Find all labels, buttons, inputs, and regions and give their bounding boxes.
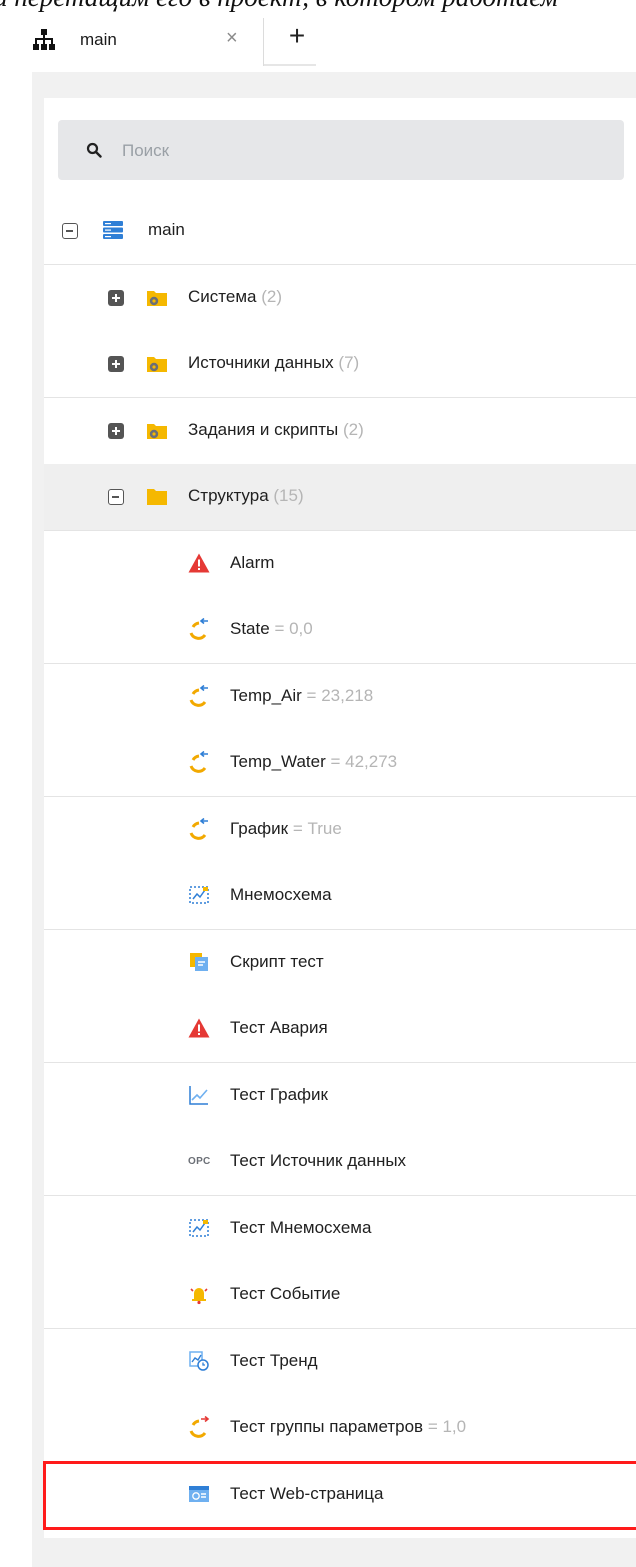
tree-item[interactable]: Alarm: [44, 530, 636, 598]
project-tree-panel: main Система (2) Источники данных (7) Задан…: [43, 98, 636, 1538]
tree-item-value: = 0,0: [274, 619, 313, 638]
tree-item-value: = 23,218: [306, 685, 374, 705]
tree-item[interactable]: OPC Тест Источник данных: [44, 1129, 636, 1196]
parameter-icon: [189, 751, 208, 773]
tab-bar: main × +: [0, 0, 636, 72]
tree-folder-label: Задания и скрипты (2): [188, 419, 364, 439]
tree-folder[interactable]: Задания и скрипты (2): [44, 397, 636, 465]
tree-item[interactable]: Тест Тренд: [44, 1328, 636, 1396]
tree-folder-count: (7): [338, 353, 360, 372]
tree-folder[interactable]: Структура (15): [44, 464, 636, 531]
tree-item-label: График = True: [230, 818, 342, 838]
tree-item[interactable]: Мнемосхема: [44, 863, 636, 930]
search-icon: [86, 142, 102, 158]
tree-item[interactable]: Temp_Water = 42,273: [44, 730, 636, 797]
tree-item[interactable]: Тест Web-страница: [43, 1460, 636, 1530]
tree-item[interactable]: Temp_Air = 23,218: [44, 663, 636, 731]
system-folder-icon: [147, 357, 167, 372]
system-folder-icon: [147, 423, 167, 439]
server-icon: [103, 221, 123, 239]
parameter-icon: [189, 817, 208, 840]
tree-item-label: Тест Источник данных: [230, 1151, 407, 1170]
tree-item[interactable]: Тест График: [44, 1062, 636, 1130]
tree-item-label: Тест группы параметров = 1,0: [230, 1417, 467, 1436]
expand-toggle-icon[interactable]: [108, 289, 124, 306]
tree-item[interactable]: Тест Событие: [44, 1262, 636, 1329]
expand-toggle-icon[interactable]: [108, 356, 124, 372]
search-input[interactable]: [120, 136, 604, 166]
tree-item-label: Temp_Water = 42,273: [230, 752, 398, 771]
tree-item-value: = 42,273: [330, 752, 398, 771]
mnemoscheme-icon: [189, 886, 209, 904]
tab-close-button[interactable]: ×: [226, 27, 238, 50]
add-tab-button[interactable]: +: [282, 18, 312, 58]
parameter-icon: [189, 684, 208, 707]
tree-item-label: State = 0,0: [230, 619, 313, 638]
tree-folder-label: Система (2): [188, 286, 282, 306]
tree-item-label: Скрипт тест: [230, 951, 324, 971]
tree-item-label: Тест Мнемосхема: [230, 1217, 372, 1237]
tree-folder[interactable]: Система (2): [44, 264, 636, 332]
tree-item-label: Тест Web-страница: [230, 1483, 384, 1503]
collapse-toggle-icon[interactable]: [62, 223, 78, 239]
tabbar-divider: [264, 64, 316, 66]
alarm-icon: [188, 553, 210, 572]
tree-item-label: Тест График: [230, 1084, 328, 1104]
tree-item[interactable]: Скрипт тест: [44, 929, 636, 997]
tree-item[interactable]: Тест Мнемосхема: [44, 1195, 636, 1263]
tree-item-value: = 1,0: [427, 1417, 467, 1436]
project-panel: main Система (2) Источники данных (7) Задан…: [32, 72, 636, 1567]
event-bell-icon: [190, 1288, 208, 1305]
project-tree-icon: [33, 29, 55, 50]
web-page-icon: [189, 1485, 209, 1502]
expand-toggle-icon[interactable]: [108, 422, 124, 439]
tab-title: main: [80, 30, 117, 49]
tree-folder[interactable]: Источники данных (7): [44, 331, 636, 398]
tree-folder-count: (2): [342, 419, 364, 439]
trend-icon: [189, 1350, 209, 1371]
tree-item-label: Temp_Air = 23,218: [230, 685, 374, 705]
chart-icon: [189, 1085, 208, 1105]
tree-folder-count: (2): [261, 286, 282, 306]
tree-folder-label: Структура (15): [188, 486, 304, 505]
mnemoscheme-icon: [189, 1218, 209, 1237]
collapse-toggle-icon[interactable]: [108, 489, 124, 505]
search-box[interactable]: [58, 120, 624, 180]
tree-item[interactable]: State = 0,0: [44, 597, 636, 664]
system-folder-icon: [147, 290, 167, 306]
script-icon: [190, 952, 208, 971]
parameter-icon: [189, 618, 208, 640]
tree-item-label: Тест Тренд: [230, 1350, 318, 1370]
alarm-icon: [188, 1018, 210, 1038]
folder-icon: [147, 489, 167, 505]
tree-item-label: Alarm: [230, 552, 275, 572]
tree-item-label: Тест Событие: [230, 1284, 341, 1303]
tree-item-value: = True: [292, 818, 342, 838]
tab-main[interactable]: main ×: [12, 18, 264, 66]
tree-folder-label: Источники данных (7): [188, 353, 360, 372]
opc-icon: OPC: [188, 1156, 211, 1167]
parameter-group-icon: [189, 1416, 210, 1438]
tab-separator: [263, 18, 264, 66]
tree-item[interactable]: Тест группы параметров = 1,0: [44, 1395, 636, 1462]
tree-folder-count: (15): [273, 486, 304, 505]
tree-item[interactable]: График = True: [44, 796, 636, 864]
tree-item-label: Мнемосхема: [230, 885, 332, 904]
tree-item-label: Тест Авария: [230, 1018, 328, 1037]
tree-item[interactable]: Тест Авария: [44, 996, 636, 1063]
tree-node-label: main: [148, 220, 185, 239]
tree-node-root[interactable]: main: [44, 198, 636, 265]
